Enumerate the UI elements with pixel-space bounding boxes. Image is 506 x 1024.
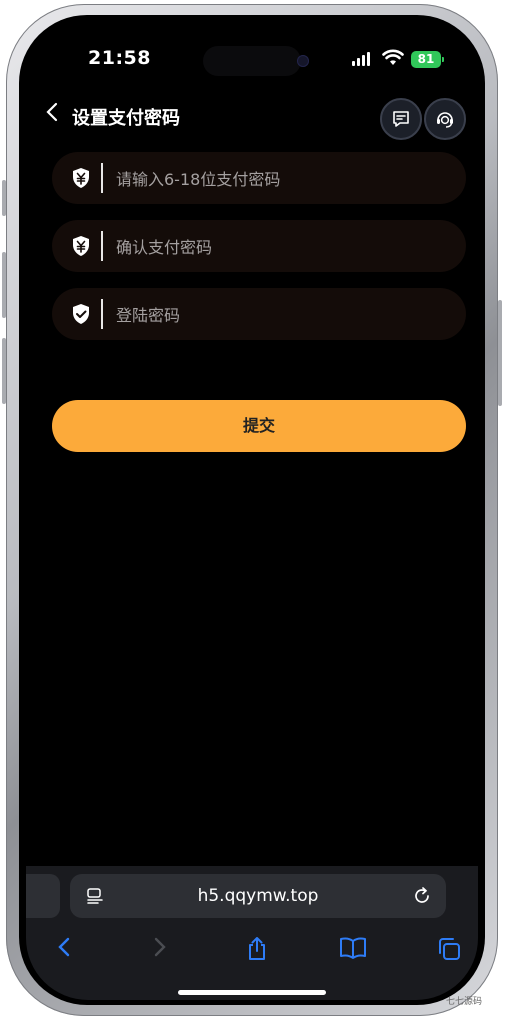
reload-icon[interactable]: [412, 886, 432, 906]
mute-switch: [2, 180, 6, 216]
message-button[interactable]: [380, 98, 422, 140]
previous-tab-peek[interactable]: [26, 874, 60, 918]
wifi-icon: [382, 49, 404, 65]
yuan-shield-icon: [73, 168, 89, 188]
field-divider: [101, 299, 103, 329]
submit-button[interactable]: 提交: [52, 400, 466, 452]
forward-arrow-icon[interactable]: [152, 936, 168, 958]
login-password-field[interactable]: [52, 288, 466, 340]
screen: 21:58 81 设置支付密码 提交 h5.qqymw.top: [26, 20, 478, 1000]
confirm-password-input[interactable]: [114, 232, 448, 262]
dynamic-island: [203, 46, 301, 76]
page-title: 设置支付密码: [72, 108, 180, 129]
power-button: [498, 300, 502, 406]
watermark: 七七源码: [446, 997, 483, 1007]
field-divider: [101, 163, 103, 193]
share-icon[interactable]: [245, 936, 269, 962]
home-indicator: [178, 990, 326, 995]
browser-toolbar: h5.qqymw.top: [26, 866, 478, 1000]
field-divider: [101, 231, 103, 261]
tabs-icon[interactable]: [436, 936, 462, 962]
yuan-shield-icon: [73, 236, 89, 256]
volume-up-button: [2, 252, 6, 318]
back-arrow-icon[interactable]: [56, 936, 72, 958]
signal-icon: [352, 52, 370, 66]
pay-password-field[interactable]: [52, 152, 466, 204]
pay-password-input[interactable]: [114, 164, 448, 194]
status-time: 21:58: [88, 47, 151, 69]
back-button[interactable]: [46, 102, 58, 128]
battery-indicator: 81: [411, 51, 444, 68]
status-bar: 21:58 81: [26, 20, 478, 90]
login-password-input[interactable]: [114, 300, 448, 330]
page-header: 设置支付密码: [26, 98, 478, 142]
confirm-password-field[interactable]: [52, 220, 466, 272]
url-text: h5.qqymw.top: [197, 886, 319, 906]
volume-down-button: [2, 338, 6, 404]
bookmarks-icon[interactable]: [339, 936, 367, 960]
message-icon: [393, 111, 409, 127]
customer-service-button[interactable]: [424, 98, 466, 140]
check-shield-icon: [73, 304, 89, 324]
address-bar[interactable]: h5.qqymw.top: [70, 874, 446, 918]
phone-frame: 21:58 81 设置支付密码 提交 h5.qqymw.top: [2, 4, 502, 1016]
chevron-left-icon: [46, 102, 58, 122]
camera-icon: [297, 55, 309, 67]
browser-nav: [26, 932, 478, 972]
headset-icon: [437, 112, 453, 128]
